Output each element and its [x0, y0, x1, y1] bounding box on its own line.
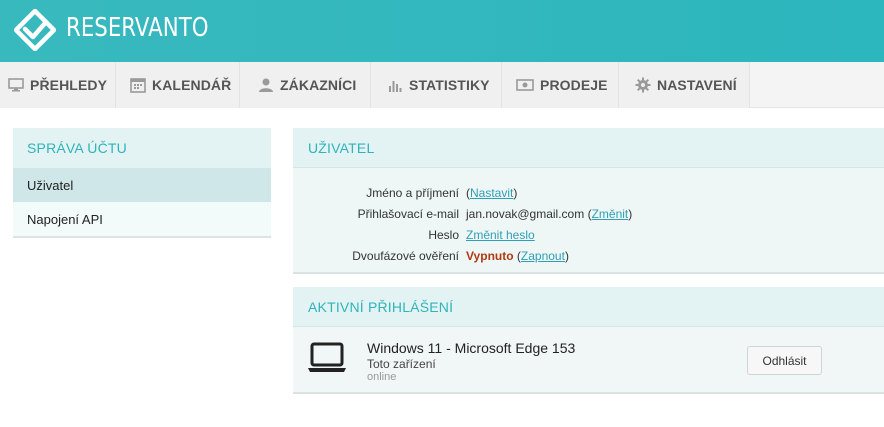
name-value: (Nastavit): [466, 186, 518, 200]
nav-item-statistiky[interactable]: STATISTIKY: [371, 62, 502, 108]
enable-twofa-link[interactable]: Zapnout: [521, 249, 565, 263]
logout-button[interactable]: Odhlásit: [747, 346, 822, 375]
account-sidebar: SPRÁVA ÚČTU Uživatel Napojení API: [13, 128, 271, 238]
twofa-row: Dvoufázové ověření Vypnuto (Zapnout): [293, 247, 884, 268]
name-row: Jméno a příjmení (Nastavit): [293, 184, 884, 205]
nav-item-prehledy[interactable]: PŘEHLEDY: [0, 62, 116, 108]
sidebar-item-uzivatel[interactable]: Uživatel: [13, 168, 271, 202]
nav-item-kalendar[interactable]: KALENDÁŘ: [116, 62, 240, 108]
session-device: Windows 11 - Microsoft Edge 153: [367, 340, 576, 356]
nav-item-prodeje[interactable]: PRODEJE: [502, 62, 619, 108]
name-label: Jméno a příjmení: [366, 186, 459, 200]
nav-label: KALENDÁŘ: [152, 77, 232, 93]
twofa-status: Vypnuto: [466, 249, 514, 263]
session-note: Toto zařízení: [367, 357, 436, 371]
bar-chart-icon: [387, 76, 403, 94]
main-nav: PŘEHLEDY KALENDÁŘ ZÁKAZNÍCI STATISTIKY P…: [0, 62, 884, 108]
session-item: Windows 11 - Microsoft Edge 153 Toto zař…: [293, 328, 884, 392]
user-panel-header: UŽIVATEL: [293, 128, 884, 168]
sidebar-item-napojeni-api[interactable]: Napojení API: [13, 202, 271, 236]
user-icon: [258, 76, 274, 94]
twofa-value: Vypnuto (Zapnout): [466, 249, 569, 263]
nav-item-nastaveni[interactable]: NASTAVENÍ: [619, 62, 750, 108]
monitor-icon: [8, 76, 24, 94]
cash-icon: [516, 76, 534, 94]
reservanto-logo-icon[interactable]: [14, 9, 56, 51]
user-panel: UŽIVATEL Jméno a příjmení (Nastavit) Při…: [293, 128, 884, 274]
nav-label: STATISTIKY: [409, 77, 490, 93]
app-header: RESERVANTO: [0, 0, 884, 62]
password-label: Heslo: [428, 228, 459, 242]
nav-label: PRODEJE: [540, 77, 608, 93]
twofa-label: Dvoufázové ověření: [352, 249, 459, 263]
user-panel-title: UŽIVATEL: [308, 139, 375, 156]
change-email-link[interactable]: Změnit: [592, 207, 629, 221]
calendar-icon: [130, 76, 146, 94]
sidebar-header: SPRÁVA ÚČTU: [13, 128, 271, 168]
nav-label: PŘEHLEDY: [30, 77, 108, 93]
nav-spacer: [750, 62, 884, 107]
nav-label: ZÁKAZNÍCI: [280, 77, 357, 93]
email-label: Přihlašovací e-mail: [357, 207, 459, 221]
email-row: Přihlašovací e-mail jan.novak@gmail.com …: [293, 205, 884, 226]
nav-label: NASTAVENÍ: [657, 77, 737, 93]
password-value: Změnit heslo: [466, 228, 535, 242]
sessions-panel-title: AKTIVNÍ PŘIHLÁŠENÍ: [308, 298, 454, 315]
brand-name[interactable]: RESERVANTO: [66, 13, 209, 43]
laptop-icon: [308, 342, 346, 372]
gear-icon: [635, 76, 651, 94]
active-sessions-panel: AKTIVNÍ PŘIHLÁŠENÍ Windows 11 - Microsof…: [293, 287, 884, 394]
sessions-panel-header: AKTIVNÍ PŘIHLÁŠENÍ: [293, 287, 884, 327]
password-row: Heslo Změnit heslo: [293, 226, 884, 247]
sidebar-title: SPRÁVA ÚČTU: [27, 140, 127, 156]
change-password-link[interactable]: Změnit heslo: [466, 228, 535, 242]
email-text: jan.novak@gmail.com: [466, 207, 585, 221]
session-status: online: [367, 371, 397, 383]
nav-item-zakaznici[interactable]: ZÁKAZNÍCI: [240, 62, 371, 108]
set-name-link[interactable]: Nastavit: [470, 186, 513, 200]
email-value: jan.novak@gmail.com (Změnit): [466, 207, 633, 221]
